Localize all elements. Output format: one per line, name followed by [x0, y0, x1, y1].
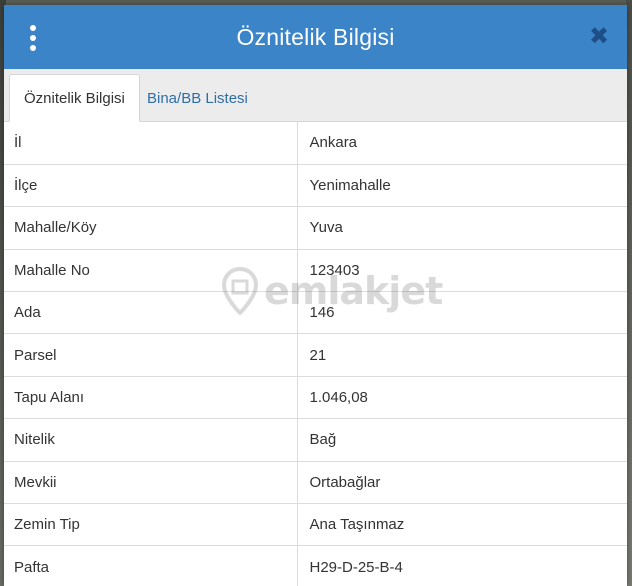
dialog-title: Öznitelik Bilgisi	[236, 23, 395, 50]
attribute-info-dialog: Öznitelik Bilgisi ✖ Öznitelik Bilgisi Bi…	[4, 5, 627, 586]
dialog-titlebar: Öznitelik Bilgisi ✖	[4, 5, 627, 69]
row-key: Zemin Tip	[4, 503, 298, 547]
row-key: İl	[4, 122, 298, 165]
row-key: İlçe	[4, 164, 298, 208]
row-value: H29-D-25-B-4	[297, 545, 627, 586]
row-value: Bağ	[297, 418, 627, 462]
row-value: 1.046,08	[297, 376, 627, 420]
row-key: Tapu Alanı	[4, 376, 298, 420]
row-key: Mahalle/Köy	[4, 206, 298, 250]
row-value: Ankara	[297, 122, 627, 165]
row-value: 146	[297, 291, 627, 335]
table-row: Mahalle/Köy Yuva	[4, 206, 627, 250]
row-key: Pafta	[4, 545, 298, 586]
row-value: Ortabağlar	[297, 461, 627, 505]
tab-building-list[interactable]: Bina/BB Listesi	[133, 74, 262, 122]
vertical-dots-icon[interactable]	[26, 25, 40, 51]
row-value: Yuva	[297, 206, 627, 250]
table-row: Tapu Alanı 1.046,08	[4, 376, 627, 420]
table-row: Zemin Tip Ana Taşınmaz	[4, 503, 627, 547]
row-key: Parsel	[4, 333, 298, 377]
table-row: Mevkii Ortabağlar	[4, 461, 627, 505]
row-value: 123403	[297, 249, 627, 293]
tab-attribute-info[interactable]: Öznitelik Bilgisi	[9, 74, 140, 122]
table-row: Nitelik Bağ	[4, 418, 627, 462]
row-key: Mahalle No	[4, 249, 298, 293]
row-key: Nitelik	[4, 418, 298, 462]
row-value: 21	[297, 333, 627, 377]
row-value: Ana Taşınmaz	[297, 503, 627, 547]
table-row: İlçe Yenimahalle	[4, 164, 627, 208]
attribute-table: İl Ankara İlçe Yenimahalle Mahalle/Köy Yuva Ma…	[4, 122, 627, 586]
close-icon[interactable]: ✖	[587, 23, 611, 49]
row-key: Ada	[4, 291, 298, 335]
table-row: Mahalle No 123403	[4, 249, 627, 293]
table-row: Pafta H29-D-25-B-4	[4, 545, 627, 586]
table-row: Ada 146	[4, 291, 627, 335]
table-row: İl Ankara	[4, 122, 627, 165]
table-row: Parsel 21	[4, 333, 627, 377]
row-key: Mevkii	[4, 461, 298, 505]
tab-bar: Öznitelik Bilgisi Bina/BB Listesi	[4, 69, 627, 122]
row-value: Yenimahalle	[297, 164, 627, 208]
